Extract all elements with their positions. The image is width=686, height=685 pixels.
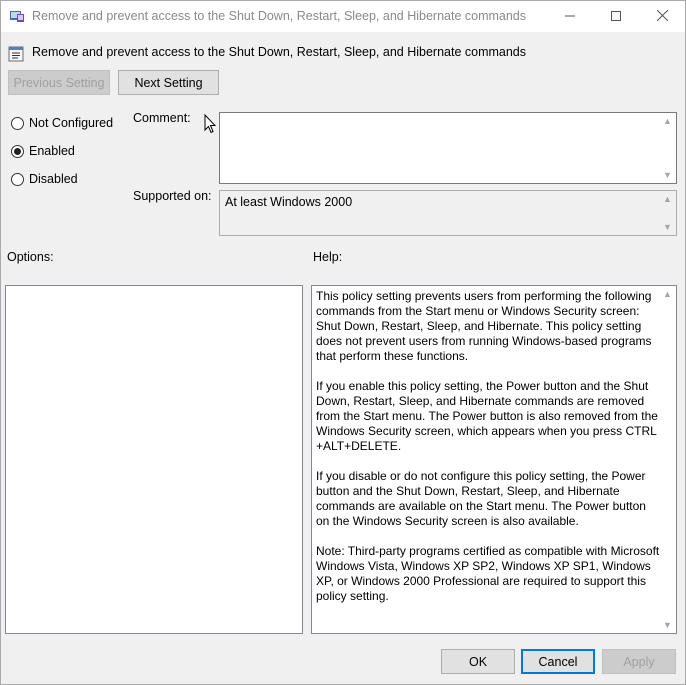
radio-circle[interactable]: [11, 144, 24, 158]
maximize-icon: [611, 10, 621, 24]
policy-setting-icon: [8, 46, 24, 62]
close-button[interactable]: [639, 1, 685, 32]
minimize-icon: [565, 10, 575, 24]
radio-label: Enabled: [29, 144, 75, 158]
previous-setting-button[interactable]: Previous Setting: [8, 70, 110, 95]
scroll-down-icon[interactable]: ▼: [663, 170, 672, 180]
scroll-up-icon[interactable]: ▲: [663, 194, 672, 204]
help-text: This policy setting prevents users from …: [316, 289, 660, 603]
policy-dialog: Remove and prevent access to the Shut Do…: [0, 0, 686, 685]
group-policy-icon: [9, 8, 25, 24]
radio-disabled[interactable]: Disabled: [11, 172, 78, 186]
supported-on-field: At least Windows 2000 ▲ ▼: [219, 190, 677, 236]
apply-button[interactable]: Apply: [602, 649, 676, 674]
scroll-down-icon[interactable]: ▼: [663, 620, 672, 630]
supported-on-label: Supported on:: [133, 189, 212, 203]
title-bar[interactable]: Remove and prevent access to the Shut Do…: [1, 1, 685, 32]
radio-label: Not Configured: [29, 116, 114, 130]
radio-label: Disabled: [29, 172, 78, 186]
help-label: Help:: [313, 250, 343, 264]
comment-field[interactable]: ▲ ▼: [219, 112, 677, 184]
help-panel[interactable]: This policy setting prevents users from …: [311, 285, 677, 634]
radio-circle[interactable]: [11, 172, 24, 186]
close-icon: [656, 9, 668, 24]
scroll-up-icon[interactable]: ▲: [663, 116, 672, 126]
comment-label: Comment:: [133, 111, 191, 125]
radio-circle[interactable]: [11, 116, 24, 130]
supported-scrollbar[interactable]: ▲ ▼: [659, 191, 676, 235]
radio-not-configured[interactable]: Not Configured: [11, 116, 113, 130]
options-panel[interactable]: [5, 285, 303, 634]
mouse-pointer-icon: [204, 113, 217, 137]
scroll-down-icon[interactable]: ▼: [663, 222, 672, 232]
cancel-button[interactable]: Cancel: [521, 649, 595, 674]
help-scrollbar[interactable]: ▲ ▼: [659, 286, 676, 633]
supported-on-value: At least Windows 2000: [225, 195, 353, 209]
scroll-up-icon[interactable]: ▲: [663, 289, 672, 299]
maximize-button[interactable]: [593, 1, 639, 32]
ok-button[interactable]: OK: [441, 649, 515, 674]
minimize-button[interactable]: [547, 1, 593, 32]
radio-enabled[interactable]: Enabled: [11, 144, 75, 158]
window-title: Remove and prevent access to the Shut Do…: [32, 9, 527, 23]
policy-title: Remove and prevent access to the Shut Do…: [32, 45, 527, 59]
comment-scrollbar[interactable]: ▲ ▼: [659, 113, 676, 183]
next-setting-button[interactable]: Next Setting: [118, 70, 219, 95]
options-label: Options:: [7, 250, 54, 264]
